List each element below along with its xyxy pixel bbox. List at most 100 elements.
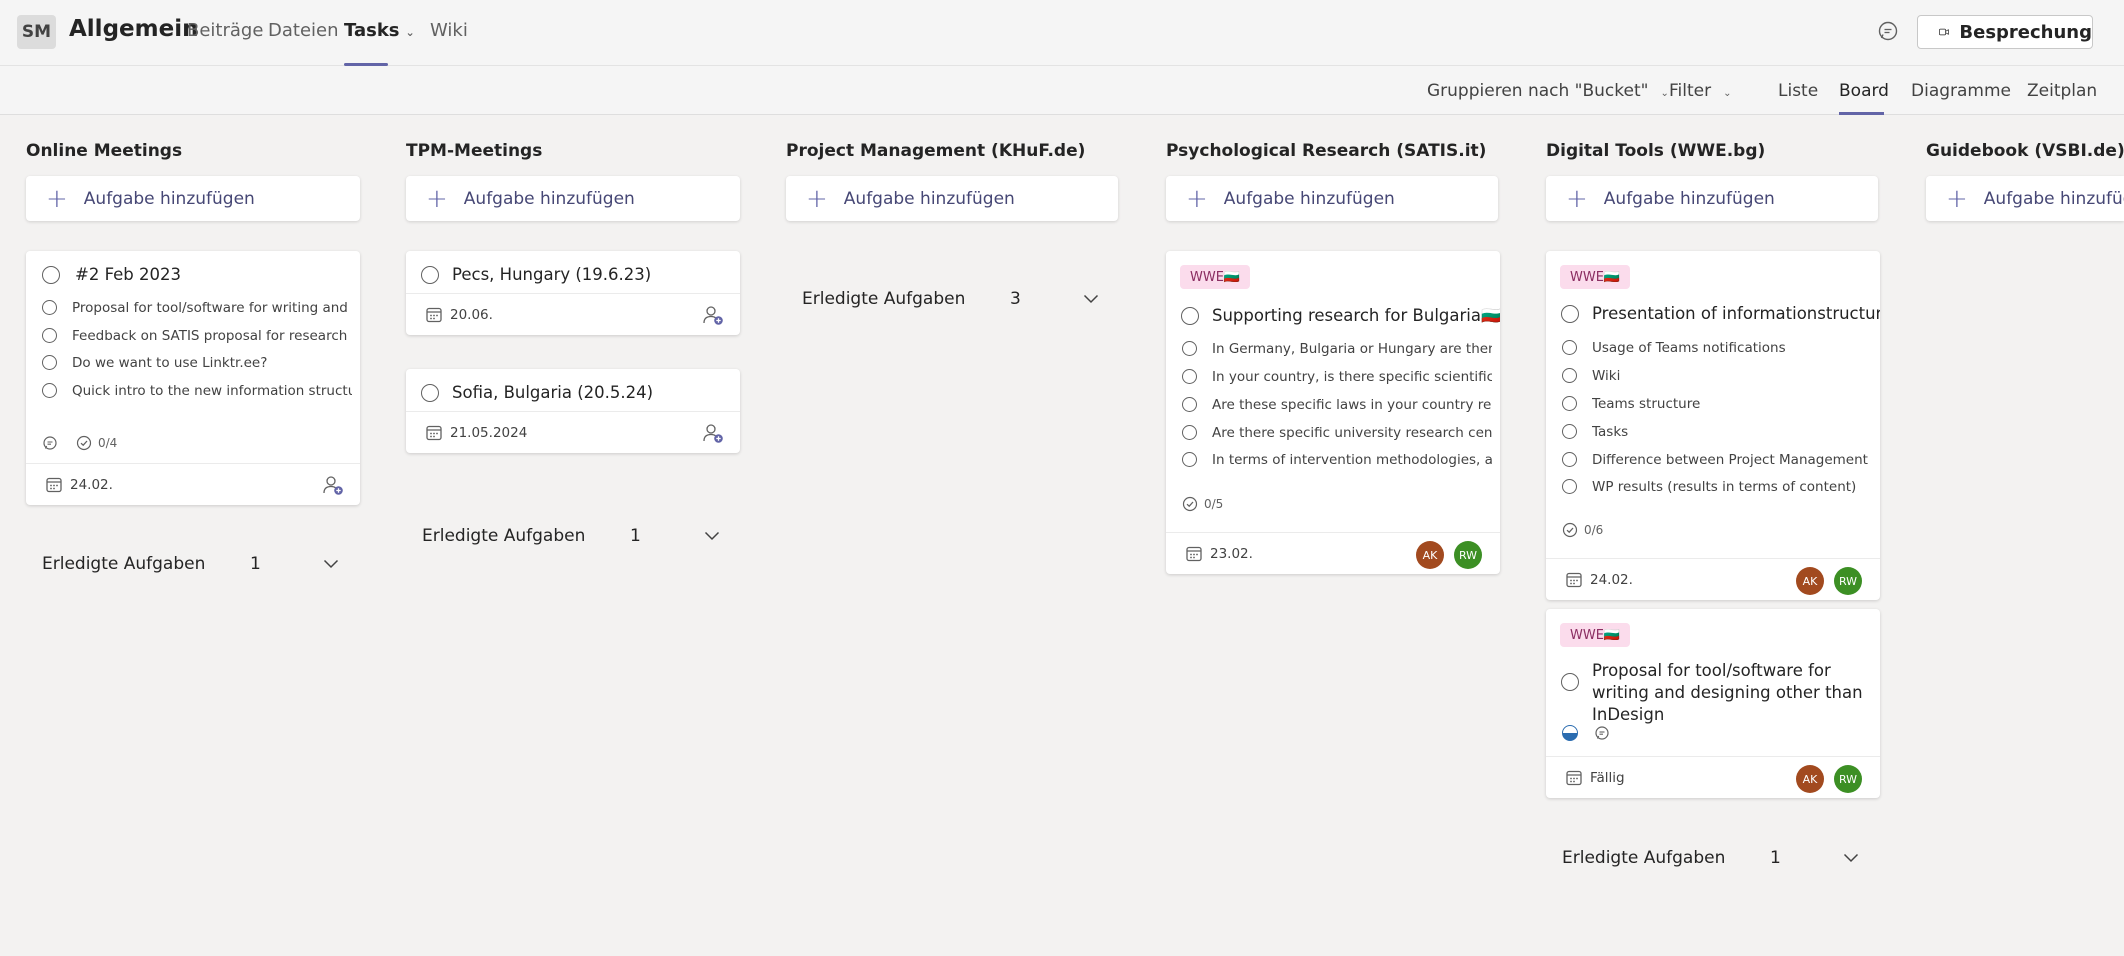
checklist-checkbox[interactable]: [1562, 396, 1577, 411]
task-title: Pecs, Hungary (19.6.23): [452, 265, 652, 284]
checklist-checkbox[interactable]: [42, 328, 57, 343]
team-avatar[interactable]: SM: [17, 15, 56, 49]
assignee-avatar[interactable]: AK: [1796, 567, 1824, 595]
task-card[interactable]: WWE🇧🇬 Presentation of informationstructu…: [1546, 251, 1880, 600]
checklist-checkbox[interactable]: [1562, 368, 1577, 383]
assignee-avatar[interactable]: RW: [1454, 541, 1482, 569]
bucket-title: Psychological Research (SATIS.it): [1166, 141, 1487, 161]
conversation-icon[interactable]: [1877, 20, 1899, 42]
tab-wiki[interactable]: Wiki: [430, 20, 468, 41]
card-footer: 24.02.: [26, 463, 360, 505]
complete-task-checkbox[interactable]: [421, 266, 439, 284]
checklist-checkbox[interactable]: [1182, 397, 1197, 412]
tab-label: Wiki: [430, 20, 468, 41]
checklist-item: Quick intro to the new information struc…: [72, 383, 352, 399]
task-card[interactable]: WWE🇧🇬 Proposal for tool/software for wri…: [1546, 609, 1880, 798]
checklist-checkbox[interactable]: [42, 383, 57, 398]
calendar-icon: [1566, 770, 1582, 786]
card-footer: 20.06.: [406, 293, 740, 335]
add-task-button[interactable]: + Aufgabe hinzufügen: [1926, 176, 2124, 221]
view-list[interactable]: Liste: [1778, 81, 1818, 101]
tab-tasks[interactable]: Tasks ⌄: [344, 20, 415, 41]
tab-dateien[interactable]: Dateien: [268, 20, 339, 41]
complete-task-checkbox[interactable]: [1561, 305, 1579, 323]
due-date: 21.05.2024: [450, 425, 528, 441]
task-title: Proposal for tool/software for writing a…: [1592, 661, 1863, 724]
assign-person-icon[interactable]: [322, 474, 344, 496]
checklist-checkbox[interactable]: [1182, 341, 1197, 356]
card-meta: 0/4: [42, 435, 117, 451]
task-label-badge: WWE🇧🇬: [1560, 623, 1631, 647]
task-card[interactable]: Pecs, Hungary (19.6.23) 20.06.: [406, 251, 740, 335]
completed-tasks-toggle[interactable]: Erledigte Aufgaben: [42, 554, 205, 574]
view-board[interactable]: Board: [1839, 81, 1889, 101]
checklist-checkbox[interactable]: [1182, 452, 1197, 467]
meeting-button-label: Besprechung: [1959, 21, 2092, 43]
chevron-down-icon[interactable]: [704, 531, 720, 541]
group-by-dropdown[interactable]: Gruppieren nach "Bucket" ⌄: [1427, 81, 1669, 101]
view-schedule[interactable]: Zeitplan: [2027, 81, 2097, 101]
assign-person-icon[interactable]: [702, 422, 724, 444]
assign-person-icon[interactable]: [702, 304, 724, 326]
assignee-avatar[interactable]: RW: [1834, 765, 1862, 793]
add-task-button[interactable]: + Aufgabe hinzufügen: [26, 176, 360, 221]
due-date: Fällig: [1590, 770, 1625, 786]
complete-task-checkbox[interactable]: [1561, 673, 1579, 691]
channel-title: Allgemein: [69, 16, 199, 42]
completed-tasks-label: Erledigte Aufgaben: [42, 554, 206, 574]
calendar-icon: [1186, 546, 1202, 562]
add-task-label: Aufgabe hinzufügen: [1983, 188, 2124, 209]
card-footer: 21.05.2024: [406, 411, 740, 453]
checklist-checkbox[interactable]: [1562, 479, 1577, 494]
assignee-avatar[interactable]: AK: [1416, 541, 1444, 569]
view-charts[interactable]: Diagramme: [1911, 81, 2011, 101]
card-footer: 23.02. AK RW: [1166, 532, 1500, 574]
checklist-item: Teams structure: [1592, 396, 1701, 412]
plus-icon: +: [806, 183, 828, 214]
complete-task-checkbox[interactable]: [1181, 307, 1199, 325]
filter-dropdown[interactable]: Filter ⌄: [1669, 81, 1732, 101]
complete-task-checkbox[interactable]: [421, 384, 439, 402]
checklist-progress-text: 0/4: [98, 436, 118, 450]
checklist-checkbox[interactable]: [1182, 369, 1197, 384]
calendar-icon: [1566, 572, 1582, 588]
bucket-title: Digital Tools (WWE.bg): [1546, 141, 1766, 161]
view-label: Board: [1839, 81, 1889, 101]
checklist-checkbox[interactable]: [42, 355, 57, 370]
task-card[interactable]: #2 Feb 2023 Proposal for tool/software f…: [26, 251, 360, 505]
tab-beitraege[interactable]: Beiträge: [187, 20, 263, 41]
completed-tasks-toggle[interactable]: Erledigte Aufgaben: [422, 526, 585, 546]
completed-tasks-label: Erledigte Aufgaben: [802, 289, 966, 309]
add-task-button[interactable]: + Aufgabe hinzufügen: [406, 176, 740, 221]
completed-tasks-toggle[interactable]: Erledigte Aufgaben: [1562, 848, 1725, 868]
completed-tasks-count: 1: [250, 554, 261, 574]
card-meta: 0/6: [1562, 522, 1603, 538]
checklist-checkbox[interactable]: [1562, 424, 1577, 439]
task-title: Presentation of informationstructure: [1592, 304, 1880, 323]
card-footer: Fällig AK RW: [1546, 756, 1880, 798]
completed-tasks-toggle[interactable]: Erledigte Aufgaben: [802, 289, 965, 309]
complete-task-checkbox[interactable]: [42, 266, 60, 284]
checklist-checkbox[interactable]: [42, 300, 57, 315]
task-label-badge: WWE🇧🇬: [1180, 265, 1251, 289]
checklist-checkbox[interactable]: [1562, 452, 1577, 467]
chevron-down-icon[interactable]: [323, 559, 339, 569]
in-progress-icon[interactable]: [1562, 725, 1578, 741]
assignee-avatar[interactable]: RW: [1834, 567, 1862, 595]
checklist-checkbox[interactable]: [1562, 340, 1577, 355]
plus-icon: +: [46, 183, 68, 214]
add-task-button[interactable]: + Aufgabe hinzufügen: [786, 176, 1118, 221]
task-card[interactable]: Sofia, Bulgaria (20.5.24) 21.05.2024: [406, 369, 740, 453]
chevron-down-icon[interactable]: [1083, 294, 1099, 304]
chevron-down-icon[interactable]: [1843, 853, 1859, 863]
bucket-title: Online Meetings: [26, 141, 183, 161]
completed-tasks-label: Erledigte Aufgaben: [1562, 848, 1726, 868]
add-task-button[interactable]: + Aufgabe hinzufügen: [1166, 176, 1498, 221]
checklist-checkbox[interactable]: [1182, 425, 1197, 440]
task-card[interactable]: WWE🇧🇬 Supporting research for Bulgaria🇧🇬…: [1166, 251, 1500, 574]
meeting-button[interactable]: Besprechung: [1917, 15, 2093, 49]
completed-tasks-count: 1: [1770, 848, 1781, 868]
assignee-avatar[interactable]: AK: [1796, 765, 1824, 793]
add-task-button[interactable]: + Aufgabe hinzufügen: [1546, 176, 1878, 221]
due-date: 24.02.: [1590, 572, 1633, 588]
